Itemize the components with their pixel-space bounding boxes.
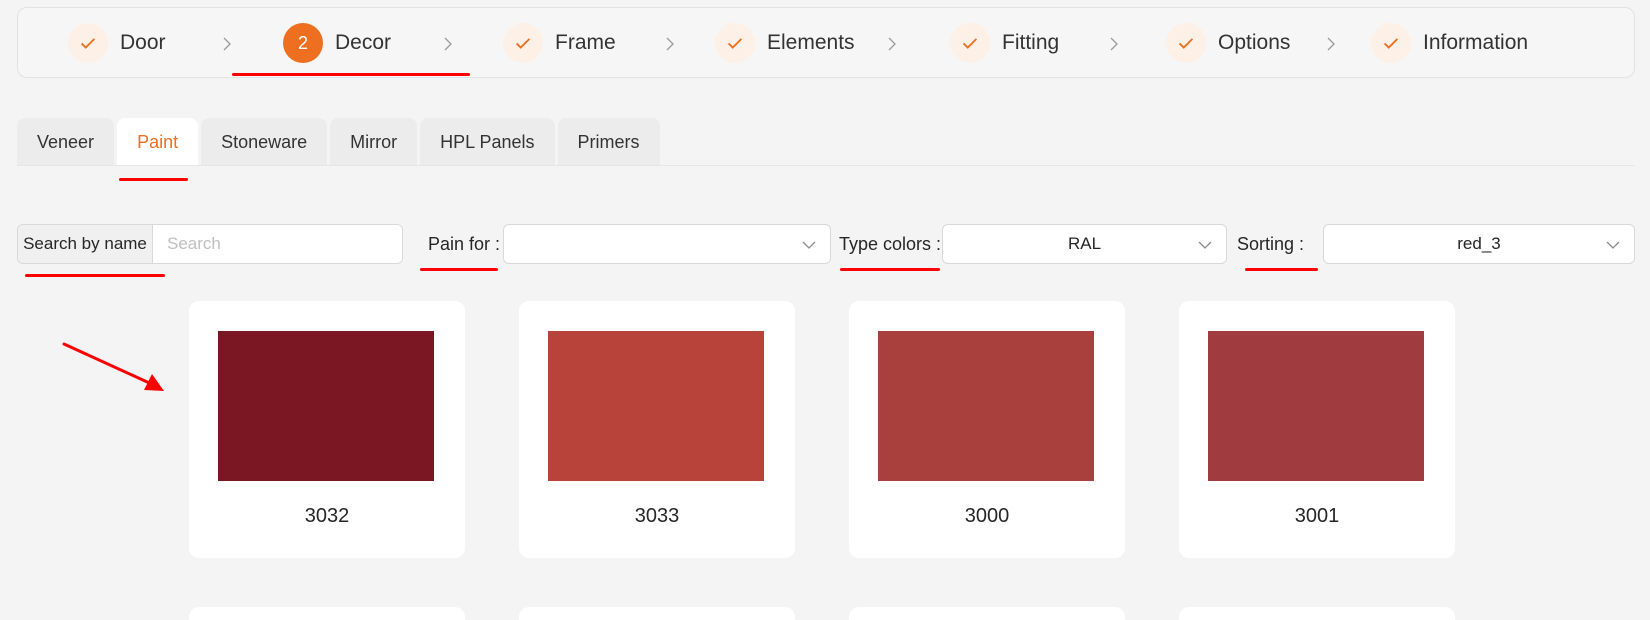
step-fitting[interactable]: Fitting [950, 23, 1059, 63]
decor-tabs: Veneer Paint Stoneware Mirror HPL Panels… [17, 118, 663, 166]
color-card-3033[interactable]: 3033 [519, 301, 795, 558]
color-swatch [218, 331, 434, 481]
label-colon: : [931, 233, 942, 254]
search-group: Search by name [17, 224, 403, 264]
color-swatch [548, 331, 764, 481]
color-code: 3032 [304, 505, 350, 527]
step-label: Options [1218, 31, 1291, 54]
annotation-arrow-icon [62, 342, 164, 391]
paint-for-label-text: Pain for [428, 233, 491, 254]
chevron-down-icon [802, 238, 816, 252]
label-colon: : [490, 233, 501, 254]
step-decor[interactable]: 2 Decor [283, 23, 391, 63]
filter-bar: Search by name Pain for : Type colors : … [17, 224, 1635, 264]
annotation-underline [25, 274, 165, 277]
step-label: Decor [335, 31, 392, 54]
chevron-right-icon [441, 37, 455, 51]
sorting-value: red_3 [1457, 234, 1501, 253]
type-colors-select[interactable]: RAL [942, 224, 1227, 264]
search-input[interactable] [153, 225, 402, 263]
step-label: Elements [767, 31, 855, 54]
sorting-label: Sorting : [1237, 224, 1304, 264]
search-by-name-label: Search by name [18, 225, 153, 263]
check-icon [68, 23, 108, 63]
chevron-right-icon [663, 37, 677, 51]
annotation-underline [840, 268, 940, 271]
annotation-underline [420, 268, 498, 271]
step-label: Frame [555, 31, 616, 54]
check-icon [715, 23, 755, 63]
type-colors-label: Type colors : [839, 224, 941, 264]
tab-hpl-panels[interactable]: HPL Panels [420, 118, 555, 166]
chevron-down-icon [1606, 238, 1620, 252]
tab-veneer[interactable]: Veneer [17, 118, 115, 166]
check-icon [503, 23, 543, 63]
wizard-stepper: Door 2 Decor Frame Elements Fitting Opti… [17, 7, 1635, 78]
step-elements[interactable]: Elements [715, 23, 855, 63]
step-label: Information [1423, 31, 1529, 54]
color-card-partial[interactable] [849, 607, 1125, 620]
sorting-label-text: Sorting [1237, 233, 1295, 254]
type-colors-label-text: Type colors [839, 233, 932, 254]
paint-for-select[interactable] [503, 224, 831, 264]
color-card-3001[interactable]: 3001 [1179, 301, 1455, 558]
sorting-select[interactable]: red_3 [1323, 224, 1635, 264]
tab-primers[interactable]: Primers [557, 118, 660, 166]
paint-for-label: Pain for : [428, 224, 500, 264]
check-icon [1371, 23, 1411, 63]
chevron-right-icon [1324, 37, 1338, 51]
color-card-partial[interactable] [519, 607, 795, 620]
color-code: 3033 [634, 505, 680, 527]
step-door[interactable]: Door [68, 23, 166, 63]
color-swatch [1208, 331, 1424, 481]
annotation-underline [232, 73, 470, 76]
step-options[interactable]: Options [1166, 23, 1290, 63]
check-icon [950, 23, 990, 63]
chevron-right-icon [1107, 37, 1121, 51]
color-code: 3001 [1294, 505, 1340, 527]
step-label: Fitting [1002, 31, 1060, 54]
label-colon: : [1294, 233, 1305, 254]
chevron-down-icon [1198, 238, 1212, 252]
tab-stoneware[interactable]: Stoneware [201, 118, 328, 166]
color-code: 3000 [964, 505, 1010, 527]
step-information[interactable]: Information [1371, 23, 1528, 63]
step-label: Door [120, 31, 166, 54]
tab-mirror[interactable]: Mirror [330, 118, 418, 166]
color-swatch [878, 331, 1094, 481]
color-card-3000[interactable]: 3000 [849, 301, 1125, 558]
color-card-partial[interactable] [1179, 607, 1455, 620]
type-colors-value: RAL [1067, 234, 1102, 253]
color-card-partial[interactable] [189, 607, 465, 620]
step-frame[interactable]: Frame [503, 23, 616, 63]
tabs-divider [17, 165, 1635, 166]
tab-paint[interactable]: Paint [117, 118, 199, 166]
color-card-3032[interactable]: 3032 [189, 301, 465, 558]
step-number-badge: 2 [283, 23, 323, 63]
chevron-right-icon [220, 37, 234, 51]
check-icon [1166, 23, 1206, 63]
annotation-underline [1245, 268, 1318, 271]
annotation-underline [119, 178, 188, 181]
chevron-right-icon [885, 37, 899, 51]
